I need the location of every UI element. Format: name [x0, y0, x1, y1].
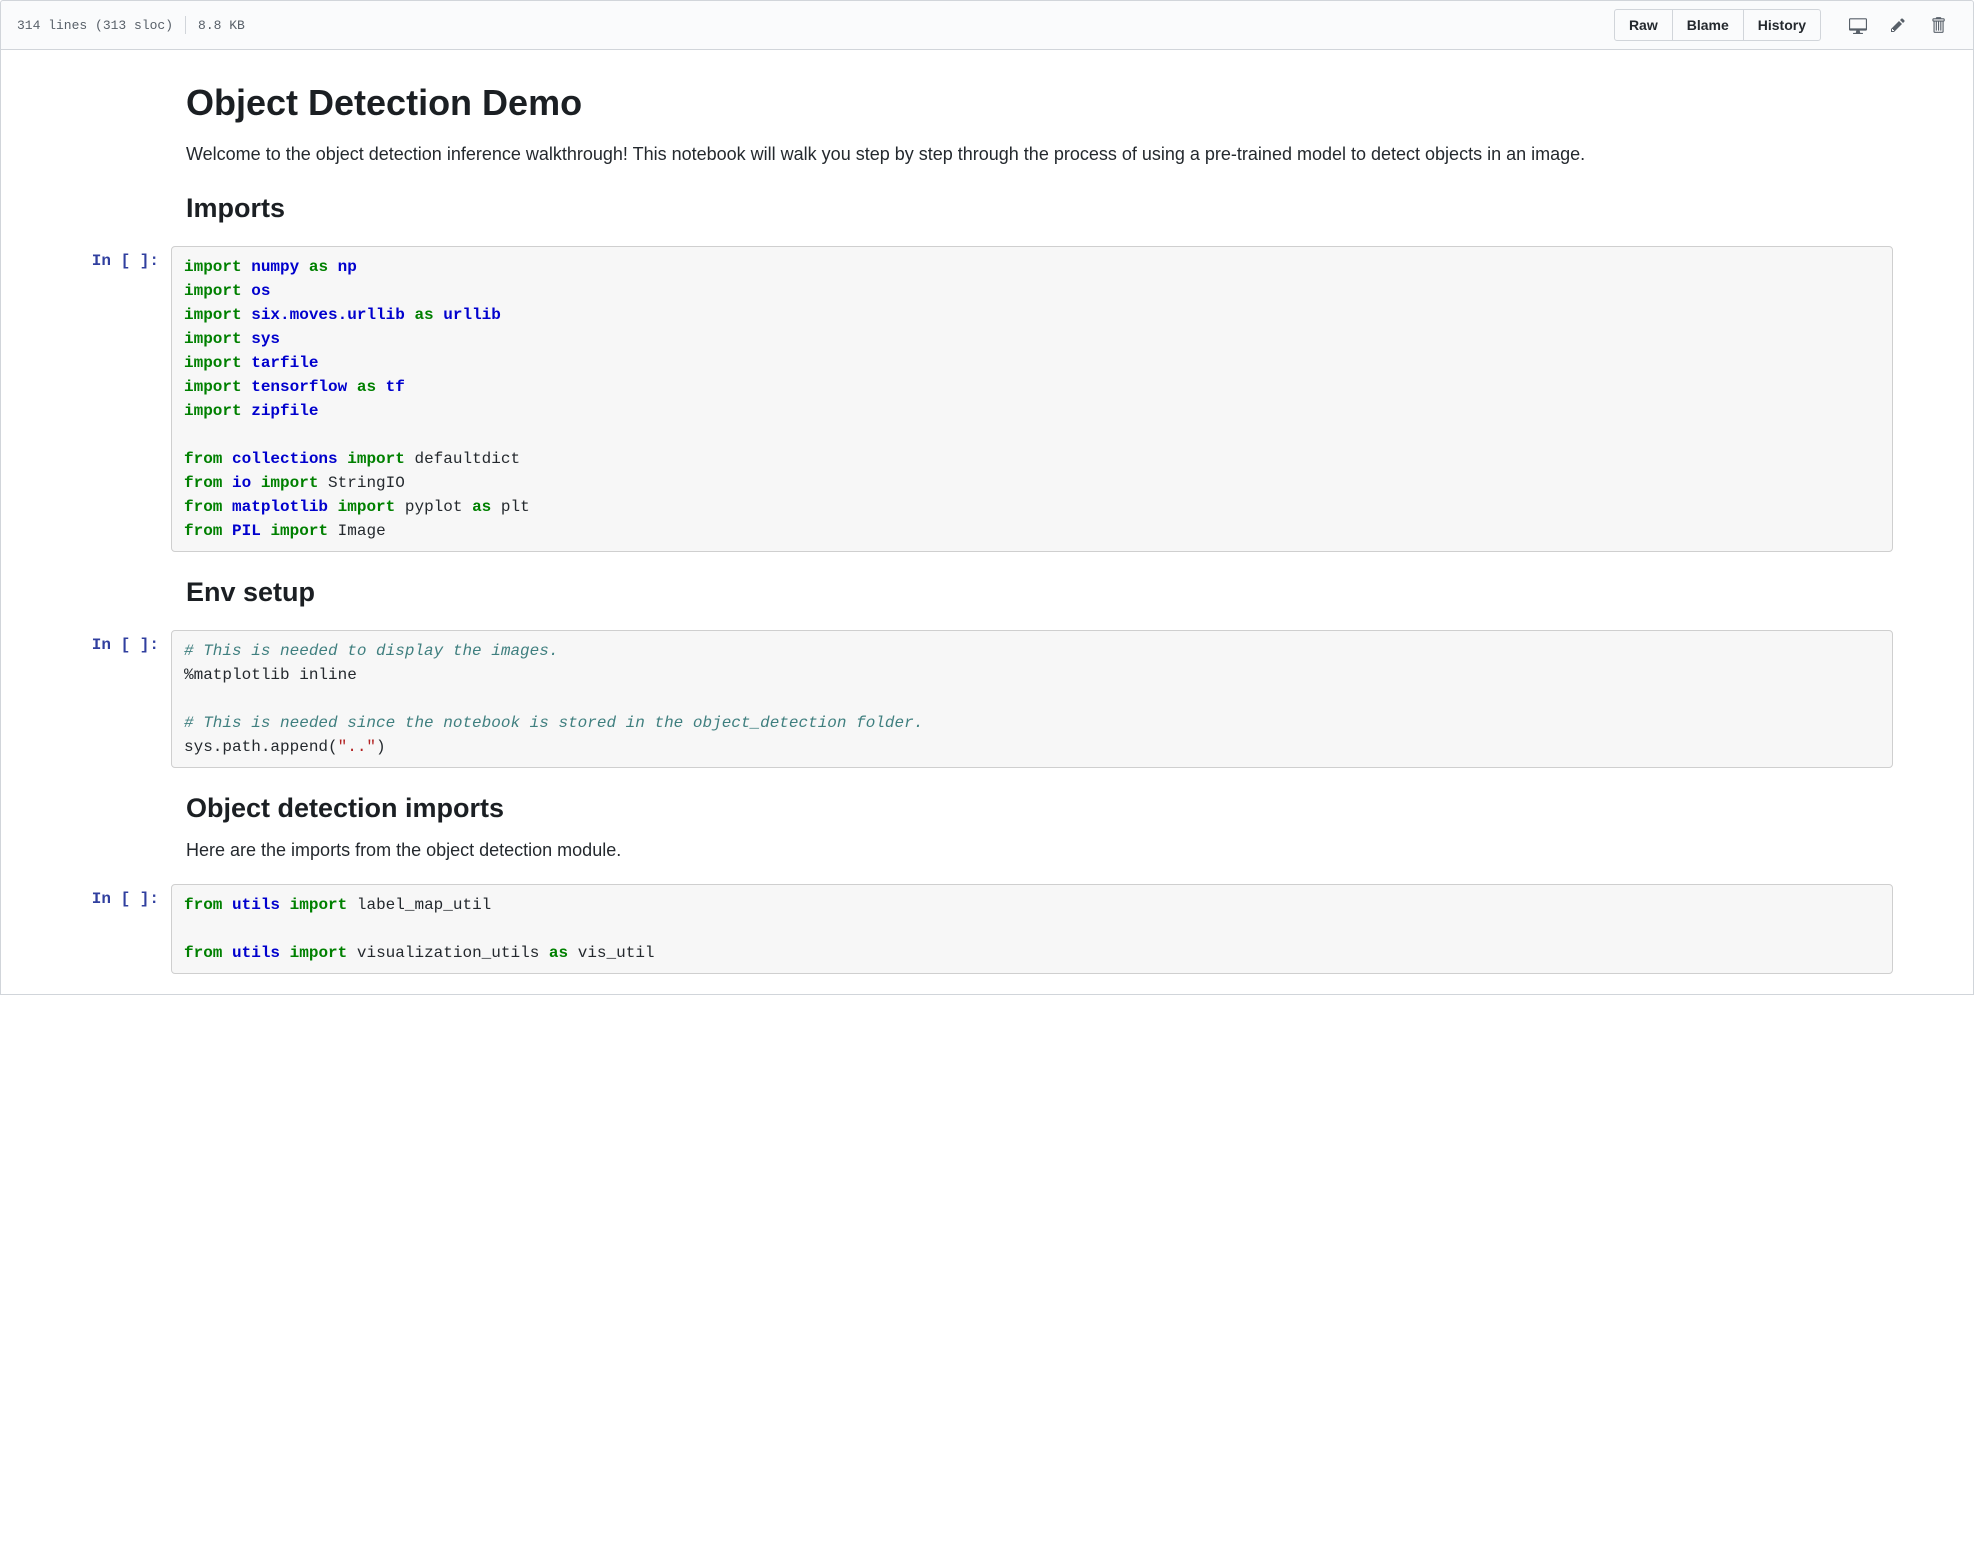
code-content[interactable]: import numpy as np import os import six.…: [171, 246, 1893, 552]
objdet-paragraph: Here are the imports from the object det…: [186, 837, 1893, 864]
file-info: 314 lines (313 sloc) 8.8 KB: [17, 16, 245, 34]
cell-prompt: In [ ]:: [21, 630, 171, 660]
notebook: Object Detection Demo Welcome to the obj…: [1, 80, 1973, 974]
code-cell-env: In [ ]: # This is needed to display the …: [21, 630, 1953, 768]
file-actions: Raw Blame History: [1614, 9, 1957, 41]
page-title: Object Detection Demo: [186, 80, 1893, 125]
markdown-cell-objdet: Object detection imports Here are the im…: [186, 792, 1893, 865]
lines-count: 314 lines (313 sloc): [17, 18, 173, 33]
markdown-cell-env: Env setup: [186, 576, 1893, 610]
file-size: 8.8 KB: [198, 18, 245, 33]
blame-button[interactable]: Blame: [1672, 9, 1744, 41]
file-header: 314 lines (313 sloc) 8.8 KB Raw Blame Hi…: [0, 0, 1974, 50]
code-cell-imports: In [ ]: import numpy as np import os imp…: [21, 246, 1953, 552]
button-group: Raw Blame History: [1614, 9, 1821, 41]
cell-prompt: In [ ]:: [21, 884, 171, 914]
history-button[interactable]: History: [1743, 9, 1821, 41]
heading-objdet-imports: Object detection imports: [186, 792, 1893, 826]
info-divider: [185, 16, 186, 34]
file-body: Object Detection Demo Welcome to the obj…: [0, 50, 1974, 995]
heading-imports: Imports: [186, 192, 1893, 226]
markdown-cell-title: Object Detection Demo Welcome to the obj…: [186, 80, 1893, 226]
raw-button[interactable]: Raw: [1614, 9, 1673, 41]
trash-icon[interactable]: [1919, 10, 1957, 40]
cell-prompt: In [ ]:: [21, 246, 171, 276]
code-cell-objdet: In [ ]: from utils import label_map_util…: [21, 884, 1953, 974]
desktop-icon[interactable]: [1837, 10, 1879, 40]
pencil-icon[interactable]: [1879, 11, 1919, 39]
code-content[interactable]: # This is needed to display the images. …: [171, 630, 1893, 768]
heading-env-setup: Env setup: [186, 576, 1893, 610]
intro-paragraph: Welcome to the object detection inferenc…: [186, 141, 1893, 168]
code-content[interactable]: from utils import label_map_util from ut…: [171, 884, 1893, 974]
